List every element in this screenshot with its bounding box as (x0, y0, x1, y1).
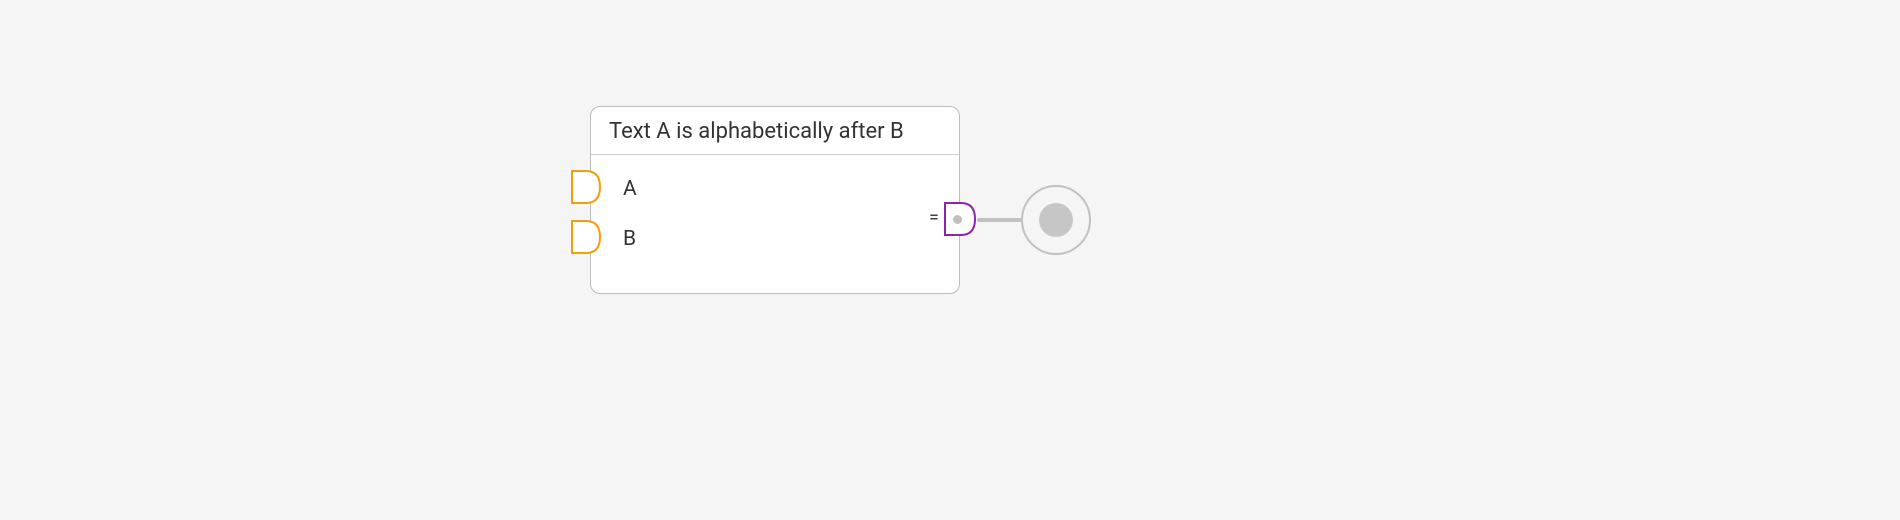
output-prefix: = (929, 207, 939, 228)
input-port-b[interactable] (570, 219, 602, 255)
port-shape-icon (570, 219, 602, 255)
input-label-a: A (623, 177, 637, 201)
port-dot-icon (953, 215, 962, 224)
result-dot-icon (1039, 203, 1073, 237)
output-port[interactable] (943, 201, 977, 237)
port-shape-icon (570, 169, 602, 205)
logic-node[interactable]: Text A is alphabetically after B A B = (590, 106, 960, 294)
result-node[interactable] (1021, 185, 1091, 255)
connector-line (977, 218, 1027, 222)
input-port-a[interactable] (570, 169, 602, 205)
input-label-b: B (623, 227, 636, 251)
node-title: Text A is alphabetically after B (591, 107, 959, 155)
node-body: A B = (591, 155, 959, 291)
diagram-canvas: Text A is alphabetically after B A B = (0, 0, 1900, 520)
